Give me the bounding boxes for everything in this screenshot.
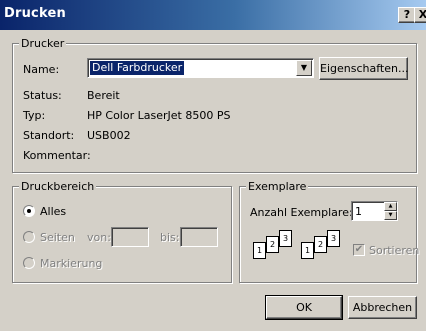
radio-all-dot [27, 209, 31, 213]
radio-all[interactable] [23, 205, 35, 217]
collate-checkbox[interactable]: ✔ [353, 244, 365, 256]
location-value: USB002 [87, 129, 131, 142]
radio-all-label[interactable]: Alles [40, 205, 66, 218]
print-range-group-label: Druckbereich [19, 180, 97, 193]
copies-count-label: Anzahl Exemplare: [250, 206, 353, 219]
cancel-button-label: Abbrechen [352, 301, 413, 314]
to-field[interactable] [180, 227, 218, 247]
copies-group-label: Exemplare [246, 180, 309, 193]
checkmark-icon: ✔ [354, 244, 364, 255]
page-icon: 1 [253, 242, 266, 259]
printer-group-label: Drucker [19, 37, 67, 50]
chevron-down-icon[interactable]: ▼ [296, 60, 312, 76]
comment-label: Kommentar: [23, 149, 91, 162]
printer-select[interactable]: Dell Farbdrucker ▼ [87, 58, 314, 78]
cancel-button[interactable]: Abbrechen [348, 296, 417, 319]
printer-name-label: Name: [23, 63, 60, 76]
page-icon: 2 [266, 236, 279, 253]
close-button[interactable]: X [414, 7, 426, 23]
from-label: von: [87, 231, 111, 244]
page-icon: 3 [279, 230, 292, 247]
printer-select-value: Dell Farbdrucker [90, 61, 185, 75]
page-icon: 2 [314, 236, 327, 253]
radio-pages-label[interactable]: Seiten [40, 231, 75, 244]
ok-button-label: OK [296, 301, 312, 314]
ok-button[interactable]: OK [265, 295, 343, 320]
window-title: Drucken [4, 6, 66, 21]
spin-up-icon[interactable]: ▲ [384, 202, 397, 211]
page-icon: 3 [327, 230, 340, 247]
type-value: HP Color LaserJet 8500 PS [87, 109, 231, 122]
spin-down-icon[interactable]: ▼ [384, 211, 397, 220]
collate-illustration: 1 2 3 1 2 3 [253, 230, 343, 266]
help-icon: ? [403, 8, 411, 21]
status-label: Status: [23, 89, 62, 102]
type-label: Typ: [23, 109, 46, 122]
copies-count-value: 1 [355, 205, 362, 218]
status-value: Bereit [87, 89, 120, 102]
radio-selection-label[interactable]: Markierung [40, 257, 102, 270]
collate-label[interactable]: Sortieren [369, 244, 419, 257]
from-field[interactable] [111, 227, 149, 247]
title-bar[interactable]: Drucken ? X [0, 0, 426, 30]
radio-selection[interactable] [23, 257, 35, 269]
page-icon: 1 [301, 242, 314, 259]
radio-pages[interactable] [23, 231, 35, 243]
close-icon: X [418, 8, 426, 21]
to-label: bis: [160, 231, 180, 244]
location-label: Standort: [23, 129, 75, 142]
properties-button-label: Eigenschaften... [320, 62, 409, 75]
properties-button[interactable]: Eigenschaften... [319, 57, 408, 80]
copies-spinner[interactable]: ▲ ▼ [384, 202, 397, 220]
